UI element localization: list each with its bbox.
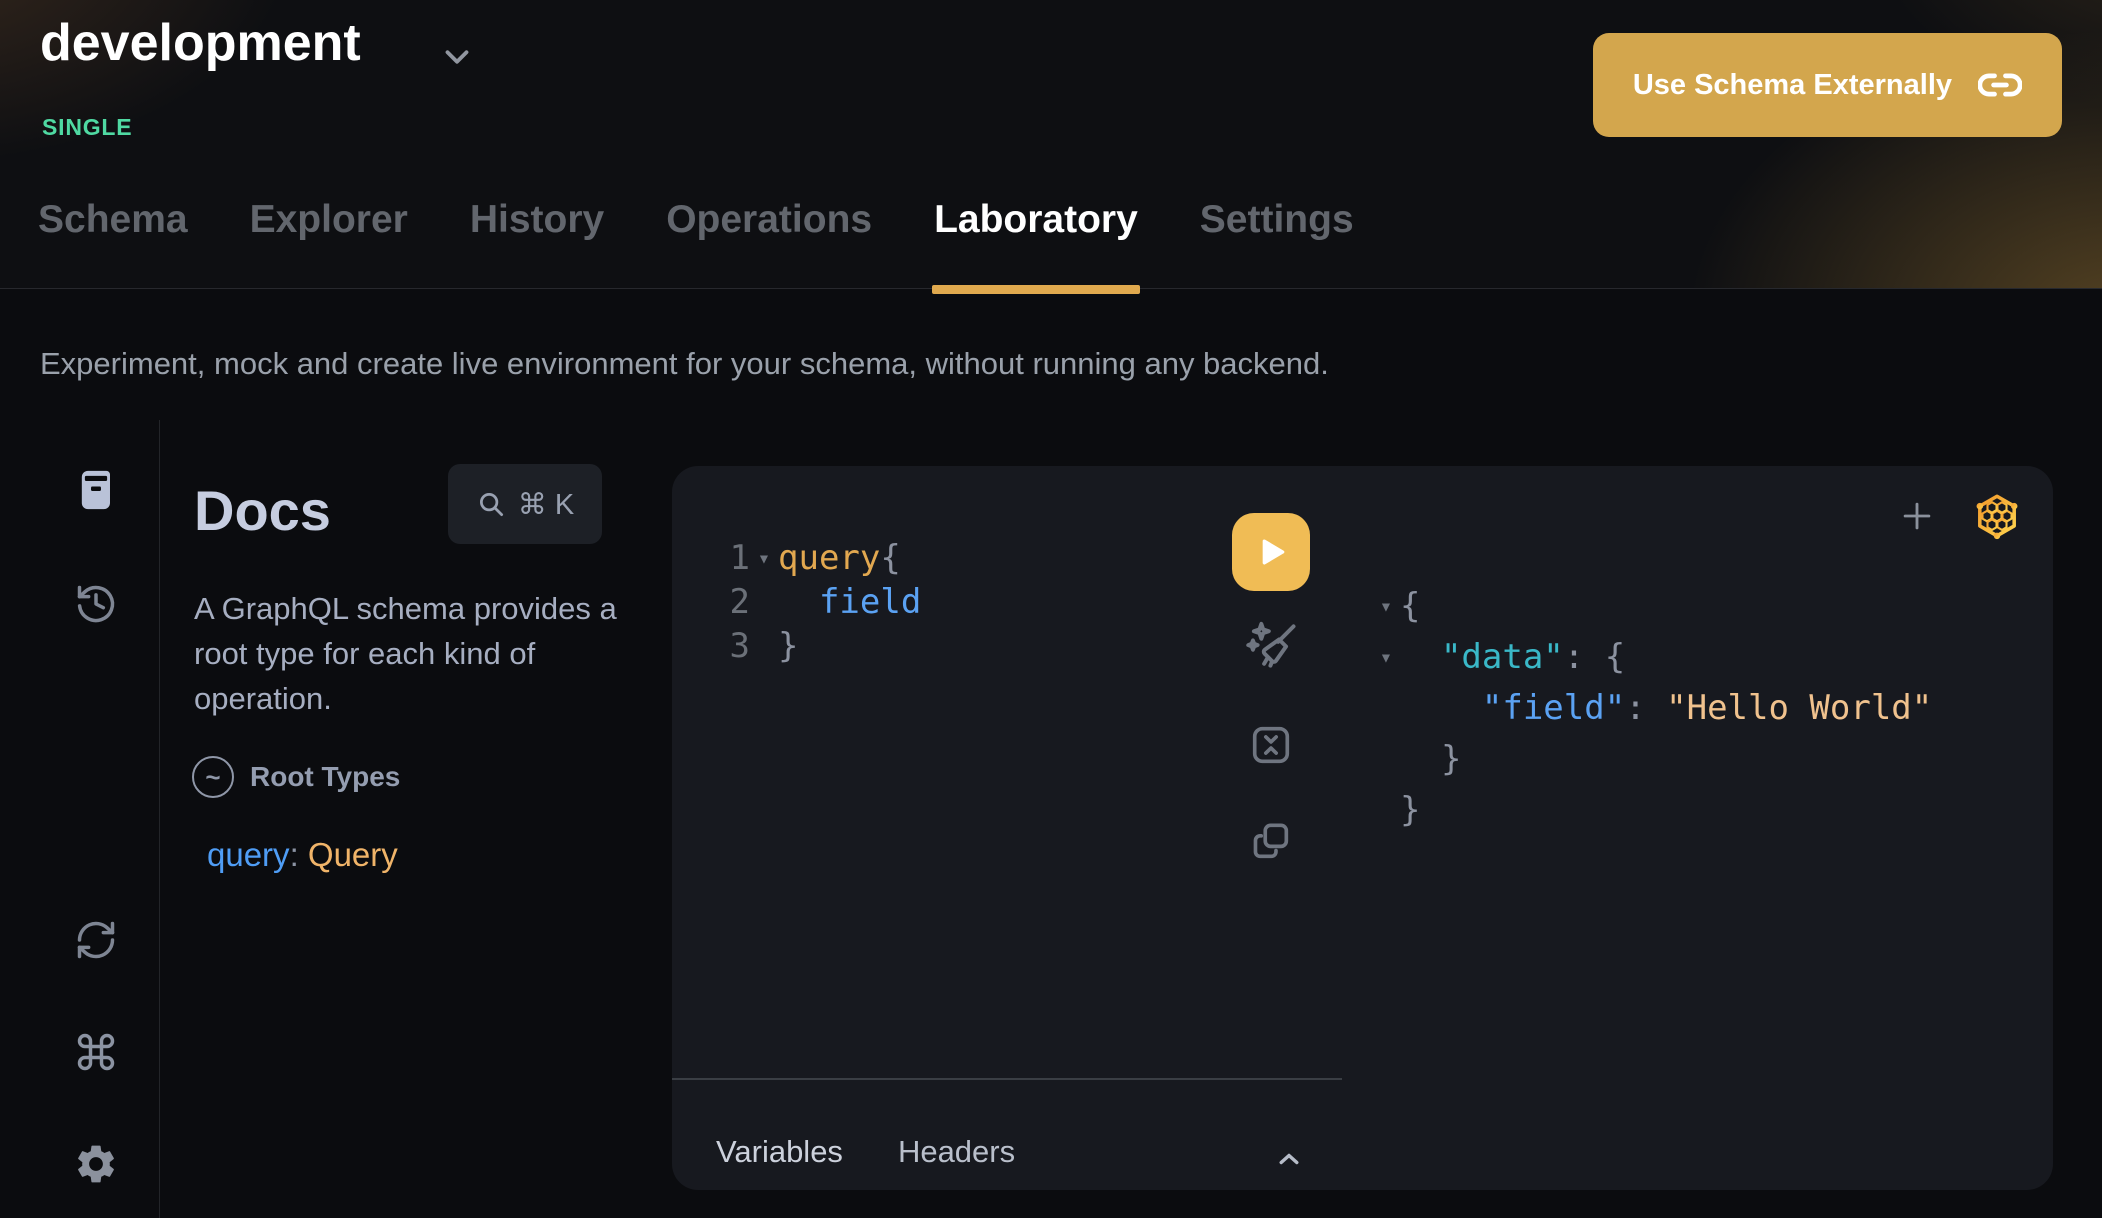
- json-separator: : {: [1564, 632, 1625, 683]
- editor-line: 1▾query{: [728, 536, 921, 580]
- fold-gutter: [750, 624, 778, 668]
- search-icon: [476, 489, 506, 519]
- fold-gutter: [1372, 734, 1400, 785]
- root-types-label: Root Types: [250, 761, 400, 793]
- json-separator: :: [1625, 683, 1666, 734]
- tab-laboratory[interactable]: Laboratory: [934, 192, 1138, 294]
- tab-history[interactable]: History: [470, 192, 604, 294]
- use-schema-externally-button[interactable]: Use Schema Externally: [1593, 33, 2062, 137]
- fold-triangle-icon[interactable]: ▾: [1372, 581, 1400, 632]
- fold-triangle-icon[interactable]: ▾: [750, 536, 778, 580]
- query-editor[interactable]: 1▾query{ 2 field 3}: [728, 536, 921, 668]
- close-brace: }: [778, 624, 798, 668]
- response-line: }: [1372, 734, 1932, 785]
- tab-headers[interactable]: Headers: [898, 1134, 1015, 1170]
- root-types-section: ~ Root Types: [192, 756, 400, 798]
- execute-query-button[interactable]: [1232, 513, 1310, 591]
- root-type-colon: :: [290, 836, 308, 873]
- add-tab-plus-icon[interactable]: [1898, 497, 1936, 535]
- editor-footer-divider: [672, 1078, 1342, 1080]
- json-key-field: "field": [1482, 683, 1625, 734]
- tab-bar: Schema Explorer History Operations Labor…: [38, 192, 1354, 288]
- json-indent: [1400, 632, 1441, 683]
- response-line: }: [1372, 785, 1932, 836]
- root-type-type[interactable]: Query: [308, 836, 398, 873]
- json-open-brace: {: [1400, 581, 1420, 632]
- json-close-brace: }: [1400, 734, 1461, 785]
- json-key-data: "data": [1441, 632, 1564, 683]
- sidebar-divider: [159, 420, 160, 1218]
- prettify-broom-icon[interactable]: [1245, 618, 1301, 674]
- refresh-icon[interactable]: [74, 918, 118, 962]
- open-brace: {: [880, 536, 900, 580]
- field-token: field: [778, 580, 921, 624]
- tab-operations[interactable]: Operations: [666, 192, 872, 294]
- tab-explorer[interactable]: Explorer: [250, 192, 408, 294]
- response-line: ▾ "data": {: [1372, 632, 1932, 683]
- status-badge: SINGLE: [42, 114, 132, 141]
- graphiql-panel: 1▾query{ 2 field 3}: [672, 466, 2053, 1190]
- history-clock-icon[interactable]: [74, 582, 118, 626]
- gear-icon[interactable]: [73, 1141, 119, 1187]
- docs-search-button[interactable]: ⌘ K: [448, 464, 602, 544]
- search-shortcut: ⌘ K: [518, 487, 574, 522]
- footer-tab-bar: Variables Headers: [716, 1134, 1015, 1170]
- fold-triangle-icon[interactable]: ▾: [1372, 632, 1400, 683]
- use-schema-externally-label: Use Schema Externally: [1633, 69, 1952, 102]
- docs-description: A GraphQL schema provides a root type fo…: [194, 586, 624, 721]
- response-line: "field": "Hello World": [1372, 683, 1932, 734]
- copy-icon[interactable]: [1248, 818, 1294, 864]
- root-type-query-link[interactable]: query: Query: [207, 836, 398, 874]
- editor-line: 3}: [728, 624, 921, 668]
- response-viewer: ▾{ ▾ "data": { "field": "Hello World" } …: [1372, 581, 1932, 836]
- json-string-value: "Hello World": [1666, 683, 1932, 734]
- chevron-down-icon[interactable]: [438, 38, 476, 76]
- line-number: 1: [728, 536, 750, 580]
- tab-settings[interactable]: Settings: [1200, 192, 1354, 294]
- fold-gutter: [1372, 785, 1400, 836]
- query-keyword: query: [778, 536, 880, 580]
- json-close-brace: }: [1400, 785, 1420, 836]
- docs-book-icon[interactable]: [73, 467, 119, 513]
- line-number: 3: [728, 624, 750, 668]
- root-type-name[interactable]: query: [207, 836, 290, 873]
- response-line: ▾{: [1372, 581, 1932, 632]
- tab-schema[interactable]: Schema: [38, 192, 188, 294]
- line-number: 2: [728, 580, 750, 624]
- merge-fragments-icon[interactable]: [1248, 722, 1294, 768]
- tab-variables[interactable]: Variables: [716, 1134, 843, 1170]
- page-subtitle: Experiment, mock and create live environ…: [40, 346, 1329, 382]
- root-types-icon: ~: [192, 756, 234, 798]
- command-icon[interactable]: [74, 1030, 118, 1074]
- link-icon: [1978, 63, 2022, 107]
- hive-logo[interactable]: [1972, 490, 2022, 540]
- editor-line: 2 field: [728, 580, 921, 624]
- fold-gutter: [1372, 683, 1400, 734]
- header: development SINGLE Use Schema Externally…: [0, 0, 2102, 289]
- chevron-up-icon[interactable]: [1272, 1142, 1306, 1176]
- page-title: development: [40, 12, 361, 74]
- fold-gutter: [750, 580, 778, 624]
- json-indent: [1400, 683, 1482, 734]
- laboratory-page: development SINGLE Use Schema Externally…: [0, 0, 2102, 1218]
- play-icon: [1251, 532, 1291, 572]
- docs-title: Docs: [194, 478, 331, 543]
